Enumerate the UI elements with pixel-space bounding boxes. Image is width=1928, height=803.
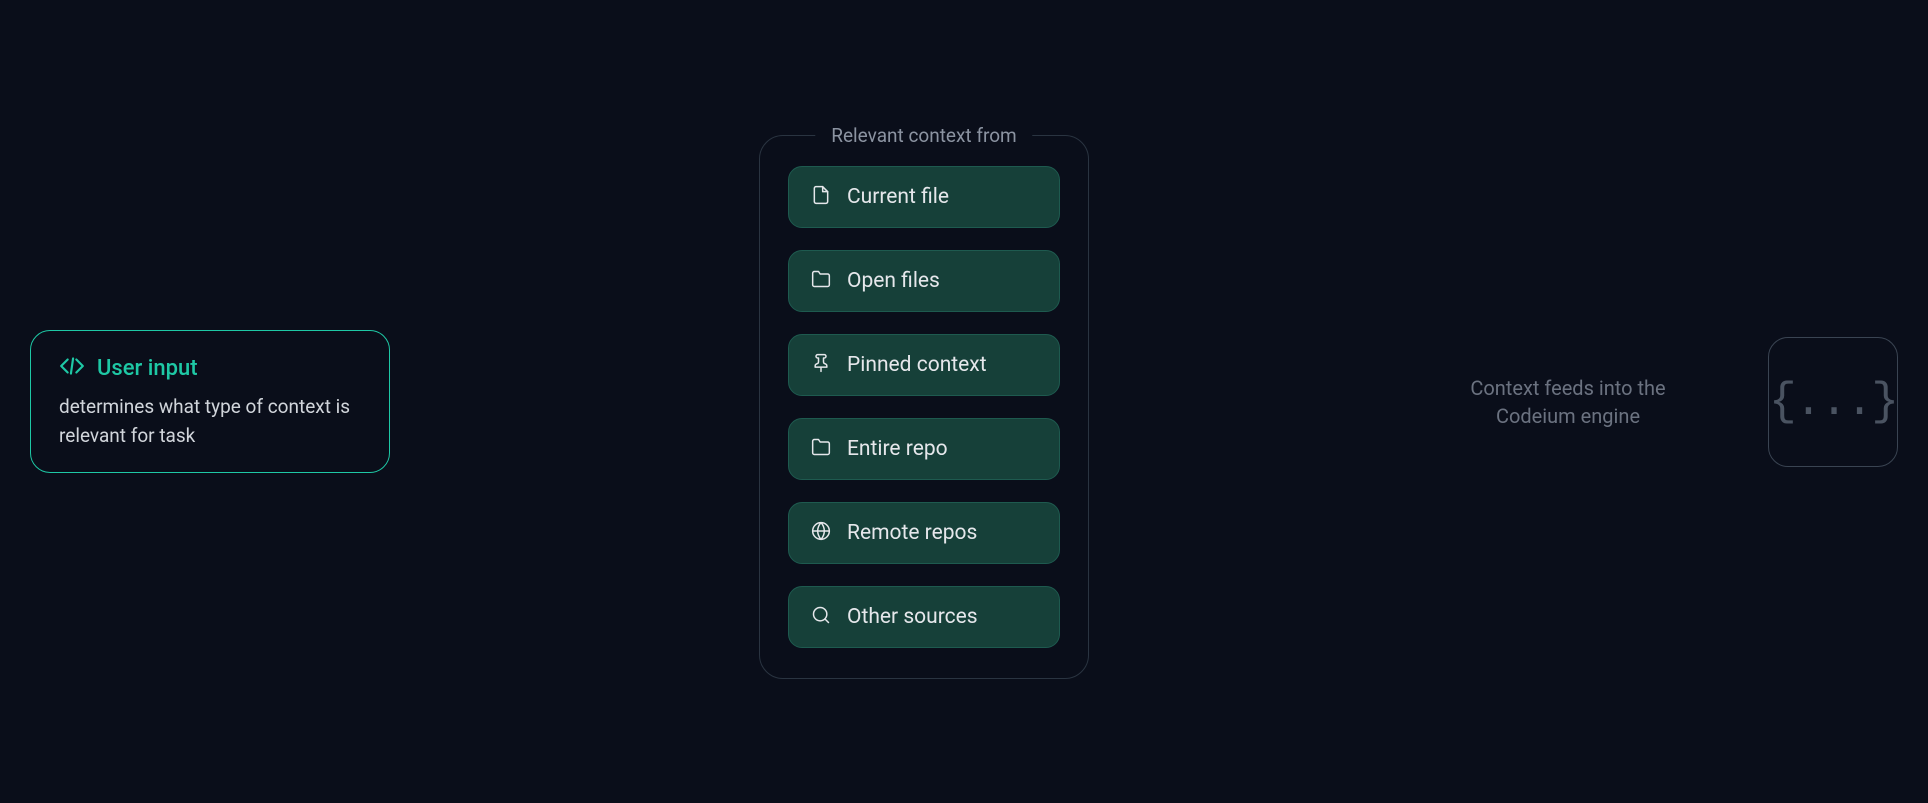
context-item-label: Entire repo <box>847 437 948 461</box>
context-panel: Relevant context from Current file Open … <box>759 135 1089 679</box>
context-item-label: Remote repos <box>847 521 977 545</box>
folder-icon <box>811 269 831 293</box>
user-input-title: User input <box>97 356 198 381</box>
file-icon <box>811 185 831 209</box>
context-item-label: Open files <box>847 269 940 293</box>
context-item-pinned-context[interactable]: Pinned context <box>788 334 1060 396</box>
context-item-open-files[interactable]: Open files <box>788 250 1060 312</box>
user-input-header: User input <box>59 353 361 383</box>
context-item-entire-repo[interactable]: Entire repo <box>788 418 1060 480</box>
user-input-description: determines what type of context is relev… <box>59 393 361 450</box>
folder-icon <box>811 437 831 461</box>
globe-icon <box>811 521 831 545</box>
context-item-other-sources[interactable]: Other sources <box>788 586 1060 648</box>
context-panel-title: Relevant context from <box>815 124 1032 147</box>
context-item-current-file[interactable]: Current file <box>788 166 1060 228</box>
engine-icon-box: {...} <box>1768 337 1898 467</box>
context-item-label: Other sources <box>847 605 978 629</box>
code-brackets-icon <box>59 353 85 383</box>
context-items-list: Current file Open files Pinned context <box>788 166 1060 648</box>
user-input-card: User input determines what type of conte… <box>30 330 390 473</box>
engine-section: Context feeds into the Codeium engine {.… <box>1458 337 1898 467</box>
search-icon <box>811 605 831 629</box>
context-item-label: Pinned context <box>847 353 987 377</box>
context-item-label: Current file <box>847 185 949 209</box>
engine-description: Context feeds into the Codeium engine <box>1458 374 1678 430</box>
braces-icon: {...} <box>1769 376 1897 428</box>
context-item-remote-repos[interactable]: Remote repos <box>788 502 1060 564</box>
pin-icon <box>811 353 831 377</box>
